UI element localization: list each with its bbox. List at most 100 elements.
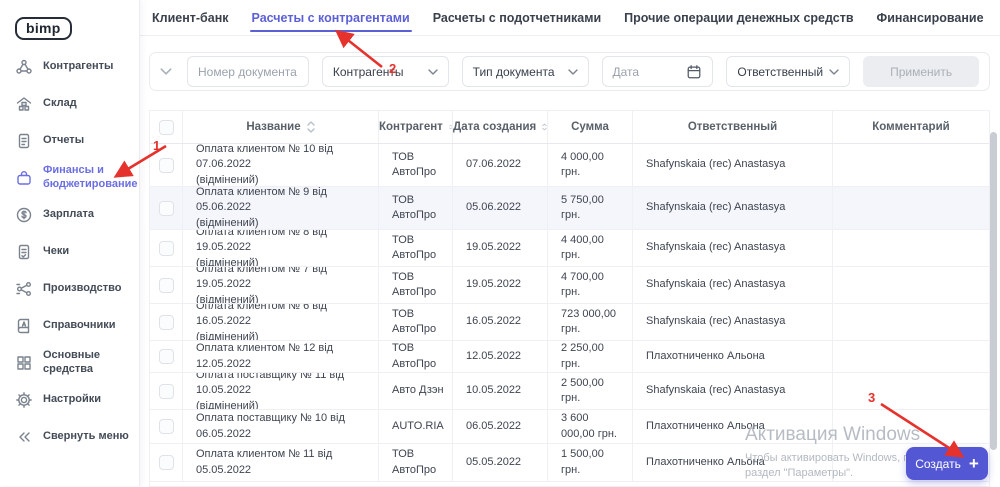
cell-contractor: ТОВ АвтоПро [379,187,453,229]
sidebar-item-icon [15,280,33,298]
row-checkbox[interactable] [159,384,174,399]
document-type-dropdown-label: Тип документа [473,65,555,79]
cell-amount: 4 000,00 грн. [548,144,633,186]
row-checkbox[interactable] [159,241,174,256]
sidebar-item[interactable]: Производство [0,270,139,307]
document-name: Оплата клиентом № 11 від 05.05.2022 [196,447,370,478]
sidebar-item[interactable]: Финансы и бюджетирование [0,159,139,196]
table-column-header[interactable]: Название [183,111,379,143]
table-row[interactable]: Оплата поставщику № 10 від 06.05.2022 AU… [150,410,989,444]
sidebar-item-label: Настройки [43,393,129,407]
date-picker[interactable]: Дата [602,56,714,87]
table-column-header[interactable]: Сумма [548,111,633,143]
table-row[interactable]: Оплата поставщику № 11 від 10.05.2022 (в… [150,373,989,410]
table-row[interactable]: Оплата клиентом № 6 від 16.05.2022 (відм… [150,304,989,341]
row-checkbox-cell [150,410,183,443]
row-checkbox[interactable] [159,278,174,293]
row-checkbox[interactable] [159,349,174,364]
top-tab[interactable]: Расчеты с контрагентами [250,0,412,36]
cell-comment [833,187,989,229]
cell-contractor: ТОВ АвтоПро [379,144,453,186]
document-cancelled-flag: (відмінений) [196,399,370,409]
cell-contractor: ТОВ АвтоПро [379,304,453,340]
sidebar-item-icon [15,354,33,372]
responsible-dropdown[interactable]: Ответственный [726,56,850,87]
sidebar-item-label: Производство [43,282,129,296]
top-tab[interactable]: Прочие операции денежных средств [622,0,855,36]
table-row[interactable]: Оплата клиентом № 10 від 07.06.2022 (від… [150,144,989,187]
document-cancelled-flag: (відмінений) [196,330,370,340]
sort-icon[interactable] [449,121,452,133]
table-column-header[interactable]: Контрагент [379,111,453,143]
table-column-header[interactable]: Дата создания [453,111,548,143]
document-number-input[interactable] [198,65,298,79]
table-row[interactable]: Оплата клиентом № 8 від 19.05.2022 (відм… [150,230,989,267]
cell-date: 05.06.2022 [453,187,548,229]
sort-icon[interactable] [307,121,315,133]
row-checkbox-cell [150,144,183,186]
calendar-icon [686,64,702,80]
sidebar-item[interactable]: Чеки [0,233,139,270]
select-all-checkbox[interactable] [159,120,174,135]
cell-amount: 3 600 000,00 грн. [548,410,633,443]
table-header-row: Название Контрагент Дата создания [150,111,989,144]
cell-contractor: Авто Дзэн [379,373,453,409]
table-row[interactable]: Оплата клиентом № 12 від 12.05.2022 ТОВ … [150,341,989,373]
table-column-header[interactable]: Ответственный [633,111,833,143]
document-cancelled-flag: (відмінений) [196,216,370,229]
sidebar-item-icon [15,58,33,76]
sidebar-item[interactable]: Склад [0,85,139,122]
row-checkbox[interactable] [159,158,174,173]
column-label: Дата создания [453,121,536,133]
cell-responsible: Плахотниченко Альона [633,444,833,481]
table-row[interactable]: Оплата клиентом № 11 від 05.05.2022 ТОВ … [150,444,989,482]
row-checkbox-cell [150,373,183,409]
filter-collapse-icon[interactable] [160,68,172,75]
app-logo[interactable]: bimp [15,17,72,40]
sidebar-item[interactable]: Отчеты [0,122,139,159]
sort-icon[interactable] [542,121,547,133]
sidebar-item[interactable]: Контрагенты [0,48,139,85]
create-button[interactable]: Создать + [906,447,988,480]
row-checkbox-cell [150,187,183,229]
sidebar-item[interactable]: Свернуть меню [0,418,139,455]
sidebar-item[interactable]: Справочники [0,307,139,344]
document-type-dropdown[interactable]: Тип документа [462,56,589,87]
contractors-dropdown-label: Контрагенты [333,65,404,79]
document-name: Оплата клиентом № 10 від 07.06.2022 [196,144,370,173]
cell-name: Оплата клиентом № 11 від 05.05.2022 [183,444,379,481]
cell-date: 10.05.2022 [453,373,548,409]
scrollbar-thumb[interactable] [990,132,997,450]
sidebar-item-icon [15,317,33,335]
top-tab[interactable]: Клиент-банк [150,0,231,36]
chevron-down-icon [829,69,839,75]
cell-name: Оплата клиентом № 8 від 19.05.2022 (відм… [183,230,379,266]
cell-contractor: ТОВ АвтоПро [379,230,453,266]
top-tab[interactable]: Финансирование [875,0,986,36]
cell-name: Оплата клиентом № 10 від 07.06.2022 (від… [183,144,379,186]
table-row[interactable]: Оплата клиентом № 7 від 19.05.2022 (відм… [150,267,989,304]
table-column-header[interactable]: Комментарий [833,111,989,143]
cell-contractor: ТОВ АвтоПро [379,444,453,481]
row-checkbox[interactable] [159,455,174,470]
sidebar-item[interactable]: Основные средства [0,344,139,381]
table-row[interactable]: Оплата клиентом № 9 від 05.06.2022 (відм… [150,187,989,230]
row-checkbox[interactable] [159,315,174,330]
sidebar-item[interactable]: Зарплата [0,196,139,233]
top-tab[interactable]: Расчеты с подотчетниками [431,0,603,36]
sidebar-item-label: Свернуть меню [43,430,129,444]
apply-filters-button[interactable]: Применить [863,56,979,87]
sidebar-item-label: Отчеты [43,134,129,148]
cell-amount: 1 500,00 грн. [548,444,633,481]
cell-date: 05.05.2022 [453,444,548,481]
row-checkbox[interactable] [159,201,174,216]
top-tabs: Клиент-банк Расчеты с контрагентами Расч… [150,0,1000,36]
sidebar-nav: Контрагенты Склад Отчеты Финансы и бюдже… [0,48,139,455]
cell-responsible: Shafynskaia (rec) Anastasya [633,373,833,409]
cell-date: 07.06.2022 [453,144,548,186]
contractors-dropdown[interactable]: Контрагенты [322,56,449,87]
row-checkbox[interactable] [159,419,174,434]
cell-comment [833,410,989,443]
sidebar-item[interactable]: Настройки [0,381,139,418]
cell-contractor: ТОВ АвтоПро [379,267,453,303]
